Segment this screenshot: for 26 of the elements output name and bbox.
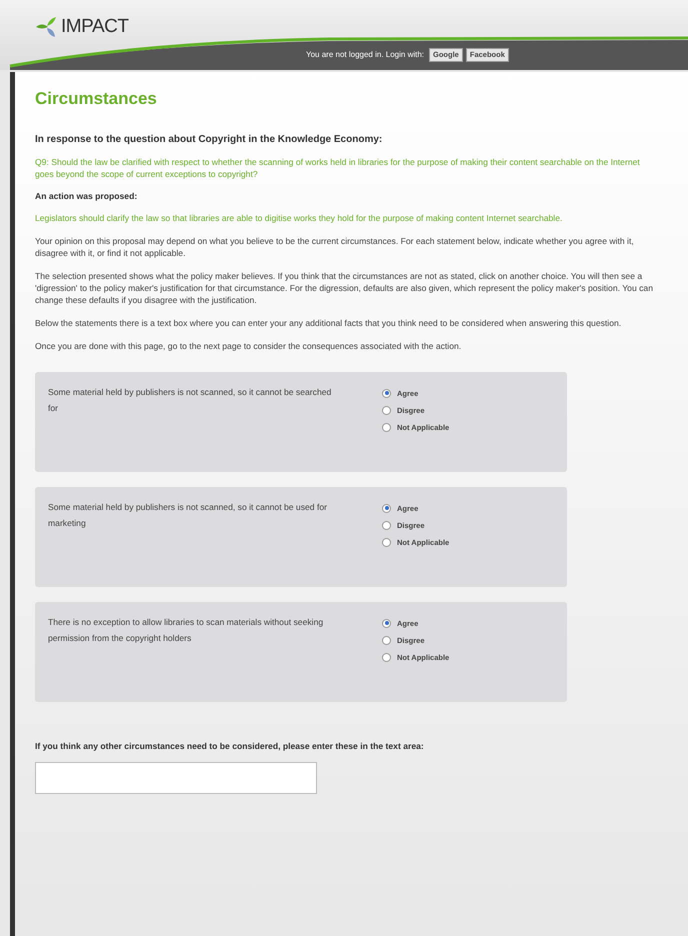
statement-text: Some material held by publishers is not scanned, so it cannot be used for marketing — [48, 500, 328, 530]
radio-button[interactable] — [382, 538, 391, 548]
radio-button[interactable] — [382, 423, 391, 432]
question-intro-heading: In response to the question about Copyright in the Knowledge Economy: — [35, 134, 384, 146]
instruction-paragraph: Your opinion on this proposal may depend on what you believe to be the current circumstances. For each statement below, indicate whether you agree with it, disagree with it, or find it not applicable. — [35, 234, 635, 258]
instruction-paragraph: The selection presented shows what the policy maker believes. If you think that the circumstances are not as stated, click on another choice. You will then see a 'digression' to the policy maker's justification for that circumstance. For the digression, defaults are also given, which represent the policy maker's position. You can change these defaults if you disagree with the justification. — [35, 270, 654, 306]
circumstances-text-area[interactable] — [35, 762, 317, 794]
radio-button[interactable] — [382, 636, 391, 645]
action-text: Legislators should clarify the law so that libraries are able to digitise works they hold for the purpose of making content Internet searchable. — [35, 212, 564, 224]
instruction-paragraph: Once you are done with this page, go to the next page to consider the consequences associated with the action. — [35, 340, 462, 352]
statement-text: Some material held by publishers is not scanned, so it cannot be searched for — [48, 386, 332, 414]
radio-button[interactable] — [382, 406, 391, 415]
radio-button[interactable] — [382, 653, 391, 662]
page-title: Circumstances — [35, 88, 158, 110]
login-status-text: You are not logged in. Login with: — [306, 49, 424, 61]
radio-button[interactable] — [382, 520, 391, 530]
radio-button[interactable] — [382, 388, 391, 398]
question-text: Q9: Should the law be clarified with respect to whether the scanning of works held in libraries for the purpose of making their content searchable on the Internet goes beyond the scope of current exceptions to copyright? — [35, 156, 641, 180]
leaf-logo-icon — [36, 17, 58, 38]
radio-button[interactable] — [382, 504, 391, 513]
radio-button[interactable] — [382, 618, 391, 628]
other-circumstances-label: If you think any other circumstances need to be considered, please enter these in the text area: — [35, 740, 425, 752]
logo-text: IMPACT — [61, 15, 129, 39]
instruction-paragraph: Below the statements there is a text box where you can enter your any additional facts that you think need to be considered when answering this question. — [35, 316, 622, 328]
action-heading: An action was proposed: — [35, 190, 138, 202]
statement-text: There is no exception to allow libraries to scan materials without seeking permission from the copyright holders — [48, 616, 324, 645]
